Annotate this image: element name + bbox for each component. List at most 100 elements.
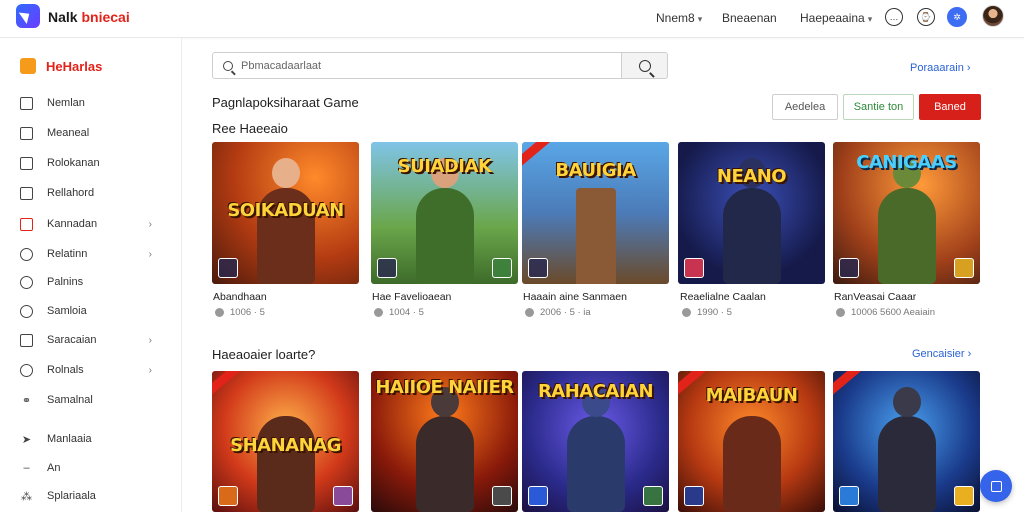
- chat-icon[interactable]: …: [885, 8, 903, 26]
- game-card[interactable]: [833, 371, 980, 512]
- grid-icon: [20, 156, 33, 170]
- avatar[interactable]: [982, 5, 1004, 27]
- sidebar-item-12[interactable]: ➤ Manlaaia: [20, 429, 170, 449]
- game-card[interactable]: CANIGAAS: [833, 142, 980, 284]
- game-badge-icon: [377, 258, 397, 278]
- chevron-right-icon: ›: [148, 364, 152, 376]
- card-title[interactable]: Haaain aine Sanmaen: [523, 291, 627, 303]
- game-card[interactable]: SUIADIAK: [371, 142, 518, 284]
- clock-icon[interactable]: ⌚: [917, 8, 935, 26]
- link-icon: ⚭: [21, 394, 32, 407]
- folder-icon: [20, 58, 36, 74]
- game-badge-icon: [684, 486, 704, 506]
- search-icon: [638, 59, 651, 72]
- game-badge-icon: [684, 258, 704, 278]
- chevron-right-icon: ›: [148, 334, 152, 346]
- sidebar: HeHarlas Nemlan Meaneal Rolokanan Rellah…: [0, 38, 182, 512]
- search-icon: [223, 60, 233, 71]
- dash-icon: –: [23, 462, 30, 474]
- game-badge-icon: [218, 258, 238, 278]
- floating-action-button[interactable]: [980, 470, 1012, 502]
- rating-icon: [374, 308, 383, 317]
- chevron-down-icon: ▾: [867, 14, 873, 24]
- sidebar-item-1[interactable]: Nemlan: [20, 93, 170, 113]
- document-icon: [20, 126, 33, 140]
- game-card[interactable]: SOIKADUAN: [212, 142, 359, 284]
- card-title[interactable]: Hae Favelioaean: [372, 291, 451, 303]
- nav-item-3[interactable]: Haepeaaina ▾: [800, 11, 872, 25]
- sidebar-item-5[interactable]: Kannadan ›: [20, 214, 170, 234]
- square-icon: [20, 217, 33, 231]
- nav-item-1[interactable]: Nnem8 ▾: [656, 11, 702, 25]
- platform-badge-icon: [492, 486, 512, 506]
- chevron-right-icon: ›: [148, 218, 152, 230]
- page-title: Pagnlapoksiharaat Game: [212, 95, 359, 110]
- gear-icon: [20, 304, 33, 318]
- compass-icon: [20, 275, 33, 289]
- game-badge-icon: [218, 486, 238, 506]
- sidebar-item-8[interactable]: Samloia: [20, 301, 170, 321]
- page-icon: [20, 96, 33, 110]
- card-meta: 1006 · 5: [215, 307, 265, 318]
- nav-item-2[interactable]: Bneaenan: [722, 11, 777, 25]
- card-title[interactable]: Reaelialne Caalan: [680, 291, 766, 303]
- game-card[interactable]: RAHACAIAN: [522, 371, 669, 512]
- search-icon: [20, 247, 33, 261]
- search-input[interactable]: Pbmacadaarlaat: [212, 52, 622, 79]
- card-title[interactable]: RanVeasai Caaar: [834, 291, 916, 303]
- card-meta: 1004 · 5: [374, 307, 424, 318]
- game-card[interactable]: HAIIOE NAIIER: [371, 371, 518, 512]
- chevron-right-icon: ›: [148, 248, 152, 260]
- sidebar-item-7[interactable]: Palnins: [20, 272, 170, 292]
- top-bar: Nalk bniecai Nnem8 ▾ Bneaenan Haepeaaina ▾…: [0, 0, 1024, 38]
- book-icon: [20, 333, 33, 347]
- sidebar-item-14[interactable]: ⁂ Splariaala: [20, 486, 170, 506]
- app-title[interactable]: Nalk bniecai: [48, 9, 130, 25]
- sidebar-item-11[interactable]: ⚭ Samalnal: [20, 390, 170, 410]
- card-meta: 10006 5600 Aeaiain: [836, 307, 935, 318]
- sidebar-item-6[interactable]: Relatinn ›: [20, 244, 170, 264]
- sidebar-item-4[interactable]: Rellahord: [20, 183, 170, 203]
- sidebar-item-2[interactable]: Meaneal: [20, 123, 170, 143]
- rating-icon: [215, 308, 224, 317]
- platform-badge-icon: [492, 258, 512, 278]
- red-button[interactable]: Baned: [919, 94, 981, 120]
- sidebar-item-9[interactable]: Saracaian ›: [20, 330, 170, 350]
- top-link[interactable]: Poraaarain ›: [910, 62, 971, 74]
- sidebar-item-13[interactable]: – An: [20, 458, 170, 478]
- list-icon: [20, 186, 33, 200]
- card-meta: 1990 · 5: [682, 307, 732, 318]
- card-title[interactable]: Abandhaan: [213, 291, 267, 303]
- game-card[interactable]: BAUIGIA: [522, 142, 669, 284]
- game-card[interactable]: MAIBAUN: [678, 371, 825, 512]
- rating-icon: [525, 308, 534, 317]
- sidebar-item-10[interactable]: Rolnals ›: [20, 360, 170, 380]
- game-badge-icon: [839, 486, 859, 506]
- game-card[interactable]: NEANO: [678, 142, 825, 284]
- green-button[interactable]: Santie ton: [843, 94, 914, 120]
- section-2-link[interactable]: Gencaisier ›: [912, 348, 971, 360]
- play-icon: [20, 363, 33, 377]
- platform-badge-icon: [954, 486, 974, 506]
- calendar-icon: [990, 480, 1002, 492]
- share-icon: ⁂: [21, 490, 32, 503]
- card-meta: 2006 · 5 · ia: [525, 307, 591, 318]
- cursor-icon: ➤: [21, 433, 32, 446]
- platform-badge-icon: [643, 486, 663, 506]
- game-badge-icon: [528, 258, 548, 278]
- search-button[interactable]: [621, 52, 668, 79]
- outline-button[interactable]: Aedelea: [772, 94, 838, 120]
- section-title-2: Haeaoaier loarte?: [212, 347, 316, 362]
- chevron-down-icon: ▾: [697, 14, 703, 24]
- game-card[interactable]: SHANANAG: [212, 371, 359, 512]
- game-badge-icon: [528, 486, 548, 506]
- rating-icon: [836, 308, 845, 317]
- section-title-1: Ree Haeeaio: [212, 121, 288, 136]
- app-logo-icon[interactable]: [16, 4, 40, 28]
- rating-icon: [682, 308, 691, 317]
- platform-badge-icon: [954, 258, 974, 278]
- sidebar-item-3[interactable]: Rolokanan: [20, 153, 170, 173]
- settings-icon[interactable]: ✲: [947, 7, 967, 27]
- sidebar-heading[interactable]: HeHarlas: [20, 58, 102, 74]
- platform-badge-icon: [333, 486, 353, 506]
